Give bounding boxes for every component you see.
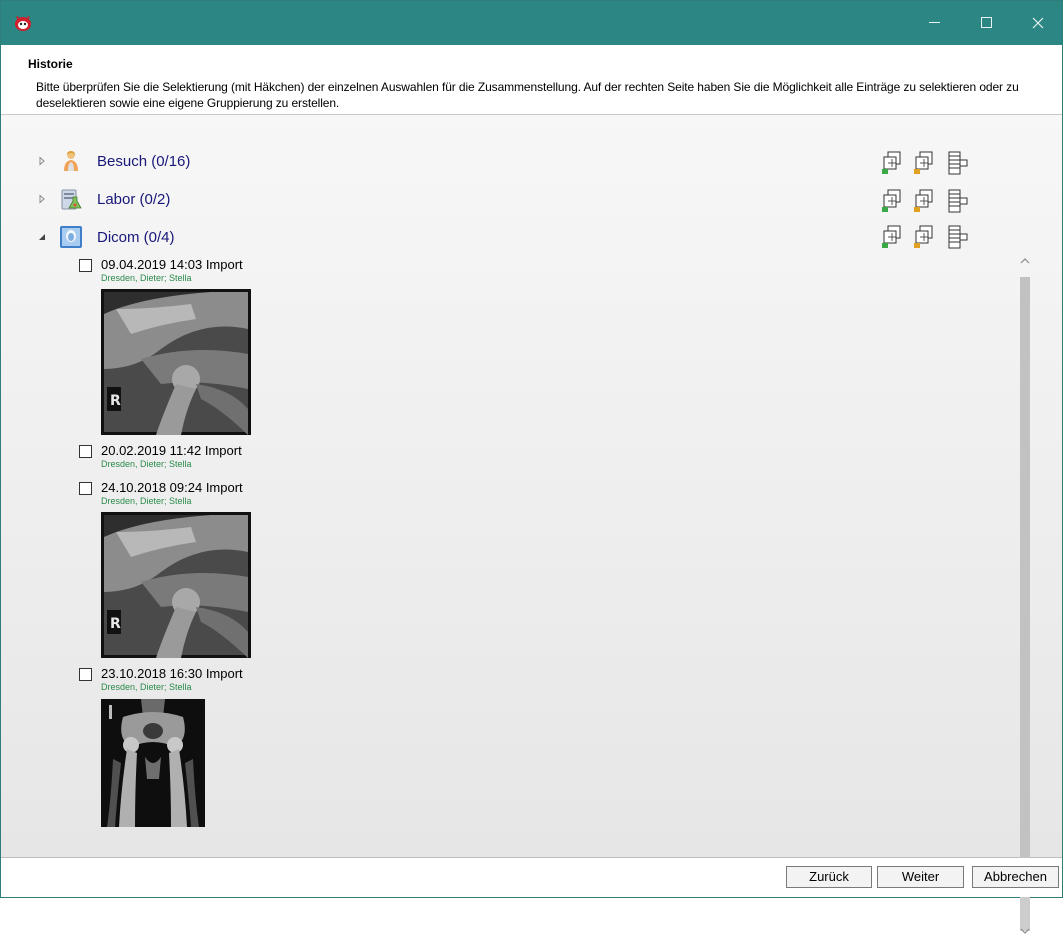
collapse-arrow-icon[interactable] <box>37 232 47 242</box>
entry-checkbox[interactable] <box>79 668 92 681</box>
entry-subtitle: Dresden, Dieter; Stella <box>101 459 192 469</box>
back-button[interactable]: Zurück <box>786 866 872 888</box>
group-tools-labor <box>881 189 981 215</box>
minimize-button[interactable] <box>911 1 957 45</box>
group-tools-besuch <box>881 151 981 177</box>
grouping-icon[interactable] <box>945 225 969 249</box>
maximize-icon <box>980 17 992 29</box>
next-button[interactable]: Weiter <box>877 866 964 888</box>
cancel-button[interactable]: Abbrechen <box>972 866 1059 888</box>
person-icon <box>64 151 78 171</box>
xray-marker: R <box>110 393 121 409</box>
deselect-all-icon[interactable] <box>913 189 937 213</box>
group-tools-dicom <box>881 225 981 251</box>
button-bar: Zurück Weiter Abbrechen <box>1 858 1062 897</box>
title-bar <box>1 1 1062 45</box>
select-all-icon[interactable] <box>881 225 905 249</box>
entry-checkbox[interactable] <box>79 482 92 495</box>
header-panel: Historie Bitte überprüfen Sie die Selekt… <box>1 45 1062 115</box>
xray-hips-image <box>101 699 205 827</box>
dicom-icon <box>60 226 82 248</box>
deselect-all-icon[interactable] <box>913 225 937 249</box>
entry-title: 20.02.2019 11:42 Import <box>101 443 242 458</box>
scroll-down-icon[interactable] <box>1018 927 1032 943</box>
select-all-icon[interactable] <box>881 189 905 213</box>
lab-icon <box>61 189 82 210</box>
entry-title: 24.10.2018 09:24 Import <box>101 480 243 495</box>
group-label-dicom: Dicom (0/4) <box>97 229 175 246</box>
close-icon <box>1032 17 1044 29</box>
page-description: Bitte überprüfen Sie die Selektierung (m… <box>36 80 1019 110</box>
grouping-icon[interactable] <box>945 151 969 175</box>
minimize-icon <box>928 22 940 24</box>
expand-arrow-icon[interactable] <box>37 156 47 166</box>
page-title: Historie <box>28 57 73 71</box>
close-button[interactable] <box>1015 1 1061 45</box>
vertical-scrollbar[interactable] <box>1018 255 1032 945</box>
history-tree-panel: Besuch (0/16) Labor (0/2) Dicom (0/4) 09… <box>1 115 1062 934</box>
entry-checkbox[interactable] <box>79 259 92 272</box>
group-label-besuch: Besuch (0/16) <box>97 153 191 170</box>
xray-elbow-image: R <box>101 512 251 658</box>
entry-title: 23.10.2018 16:30 Import <box>101 666 243 681</box>
deselect-all-icon[interactable] <box>913 151 937 175</box>
xray-elbow-image: R <box>101 289 251 435</box>
entry-subtitle: Dresden, Dieter; Stella <box>101 682 192 692</box>
scrollbar-thumb[interactable] <box>1020 277 1030 867</box>
group-label-labor: Labor (0/2) <box>97 191 171 208</box>
entry-subtitle: Dresden, Dieter; Stella <box>101 273 192 283</box>
grouping-icon[interactable] <box>945 189 969 213</box>
xray-thumbnail[interactable]: R <box>101 289 251 435</box>
app-logo-icon <box>15 16 31 31</box>
xray-thumbnail[interactable] <box>101 699 205 827</box>
xray-thumbnail[interactable]: R <box>101 512 251 658</box>
scroll-up-icon[interactable] <box>1018 257 1032 273</box>
select-all-icon[interactable] <box>881 151 905 175</box>
dialog-window: Historie Bitte überprüfen Sie die Selekt… <box>0 0 1063 934</box>
expand-arrow-icon[interactable] <box>37 194 47 204</box>
entry-title: 09.04.2019 14:03 Import <box>101 257 243 272</box>
entry-checkbox[interactable] <box>79 445 92 458</box>
maximize-button[interactable] <box>963 1 1009 45</box>
entry-subtitle: Dresden, Dieter; Stella <box>101 496 192 506</box>
xray-marker: R <box>110 616 121 632</box>
